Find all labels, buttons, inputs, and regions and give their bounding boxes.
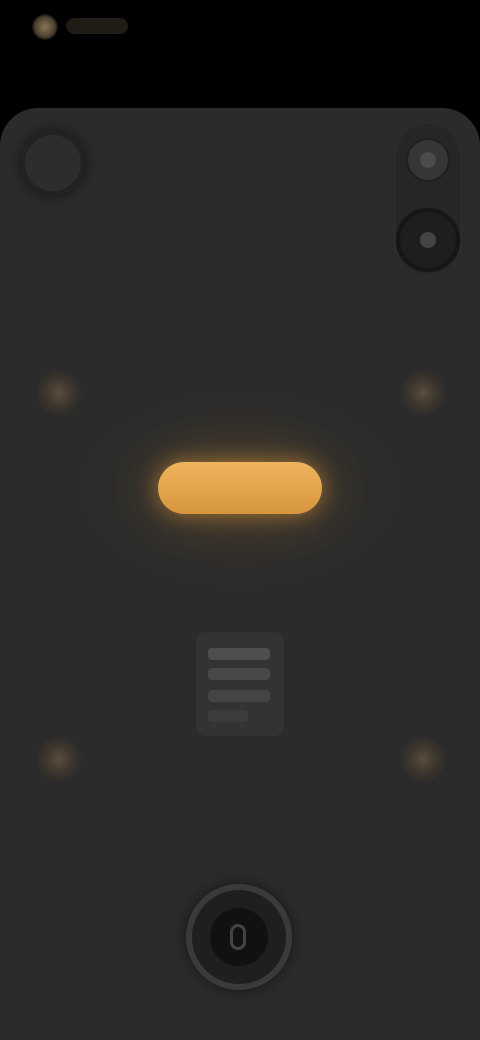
- amber-indicator-bar[interactable]: [158, 462, 322, 514]
- status-text: [66, 18, 128, 34]
- info-card: [196, 632, 284, 736]
- corner-dot-icon: [400, 370, 446, 416]
- card-line: [208, 690, 270, 702]
- card-line: [208, 710, 248, 722]
- side-bottom-button[interactable]: [396, 208, 460, 272]
- home-button-inner: [210, 908, 268, 966]
- corner-dot-icon: [36, 370, 82, 416]
- power-icon: [230, 924, 246, 950]
- side-top-button[interactable]: [406, 138, 450, 182]
- home-button[interactable]: [186, 884, 292, 990]
- status-indicator-icon: [32, 14, 58, 40]
- corner-dot-icon: [36, 736, 82, 782]
- corner-dot-icon: [400, 736, 446, 782]
- card-line: [208, 648, 270, 660]
- top-left-circle-button[interactable]: [20, 130, 86, 196]
- card-line: [208, 668, 270, 680]
- status-bar: [0, 0, 480, 110]
